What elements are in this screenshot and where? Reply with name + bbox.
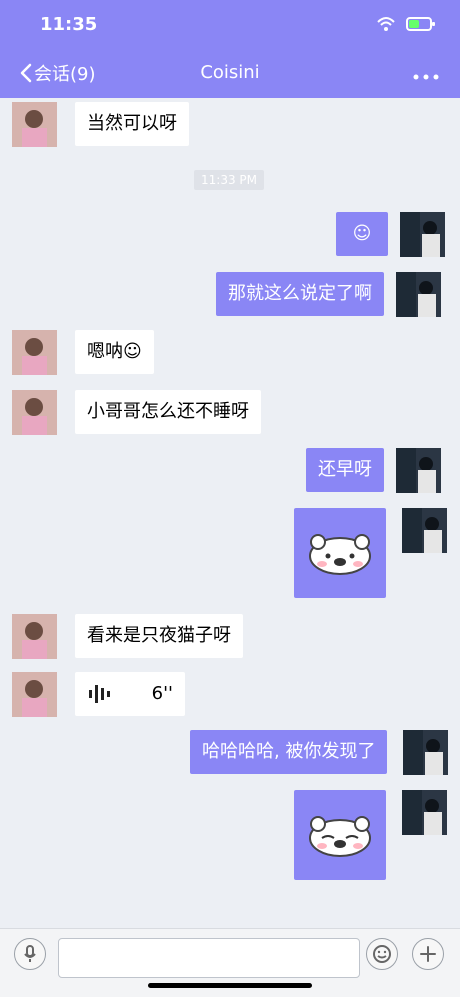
composer-bar — [0, 928, 460, 997]
message-text: 当然可以呀 — [87, 113, 177, 134]
avatar-contact[interactable] — [12, 614, 57, 659]
message-text: 看来是只夜猫子呀 — [87, 625, 231, 646]
plus-button[interactable] — [412, 938, 444, 970]
message-bubble[interactable]: 看来是只夜猫子呀 — [75, 614, 243, 658]
chat-title: Coisini — [200, 62, 260, 83]
avatar-self[interactable] — [403, 730, 449, 775]
battery-icon — [406, 17, 435, 31]
message-left: 嗯呐☺ — [12, 330, 154, 375]
message-left: 看来是只夜猫子呀 — [12, 614, 243, 659]
message-text: 那就这么说定了啊 — [228, 283, 372, 304]
message-right — [294, 508, 447, 598]
message-left: 6'' — [12, 672, 185, 717]
more-button[interactable] — [412, 62, 440, 86]
message-bubble[interactable]: 哈哈哈哈, 被你发现了 — [190, 730, 388, 774]
bear-sticker-icon — [309, 816, 371, 857]
message-text: 哈哈哈哈, 被你发现了 — [202, 741, 376, 762]
message-right: 那就这么说定了啊 — [216, 272, 441, 317]
message-right: ☺ — [336, 212, 445, 257]
message-left: 小哥哥怎么还不睡呀 — [12, 390, 261, 435]
message-right: 还早呀 — [306, 448, 441, 493]
microphone-icon — [24, 945, 36, 962]
message-text: 小哥哥怎么还不睡呀 — [87, 401, 249, 422]
message-bubble[interactable]: 还早呀 — [306, 448, 384, 492]
plus-icon — [420, 946, 436, 962]
avatar-self[interactable] — [396, 272, 441, 317]
avatar-contact[interactable] — [12, 102, 57, 147]
message-bubble[interactable]: 小哥哥怎么还不睡呀 — [75, 390, 261, 434]
message-input[interactable] — [58, 938, 360, 978]
status-time: 11:35 — [40, 14, 98, 35]
sticker-bubble[interactable] — [294, 508, 386, 598]
voice-duration: 6'' — [151, 683, 173, 704]
message-text: 还早呀 — [318, 459, 372, 480]
message-bubble[interactable]: 当然可以呀 — [75, 102, 189, 146]
message-bubble[interactable]: 那就这么说定了啊 — [216, 272, 384, 316]
more-icon — [413, 74, 439, 80]
voice-waveform-icon — [89, 685, 110, 703]
message-bubble[interactable]: 嗯呐☺ — [75, 330, 154, 374]
wifi-icon — [377, 17, 395, 31]
message-bubble[interactable]: ☺ — [336, 212, 388, 256]
avatar-contact[interactable] — [12, 672, 57, 717]
chat-area[interactable]: 当然可以呀 11:33 PM ☺ 那就这么说定了啊 嗯呐☺ 小哥哥怎么还不睡呀 … — [0, 98, 460, 928]
avatar-self[interactable] — [400, 212, 445, 257]
emoji-icon — [373, 945, 391, 963]
message-right — [294, 790, 447, 880]
avatar-self[interactable] — [402, 790, 447, 835]
avatar-contact[interactable] — [12, 390, 57, 435]
emoji-button[interactable] — [366, 938, 398, 970]
status-icons — [376, 16, 436, 32]
avatar-self[interactable] — [402, 508, 447, 553]
message-text: 嗯呐☺ — [87, 341, 142, 362]
timestamp: 11:33 PM — [194, 170, 264, 190]
sticker-bubble[interactable] — [294, 790, 386, 880]
message-right: 哈哈哈哈, 被你发现了 — [190, 730, 449, 775]
voice-button[interactable] — [14, 938, 46, 970]
message-text: ☺ — [352, 223, 372, 244]
header: 11:35 会话(9) Coisini — [0, 0, 460, 98]
avatar-contact[interactable] — [12, 330, 57, 375]
home-indicator — [148, 983, 312, 988]
voice-message[interactable]: 6'' — [75, 672, 185, 716]
avatar-self[interactable] — [396, 448, 441, 493]
message-left: 当然可以呀 — [12, 102, 189, 147]
bear-sticker-icon — [309, 534, 371, 575]
